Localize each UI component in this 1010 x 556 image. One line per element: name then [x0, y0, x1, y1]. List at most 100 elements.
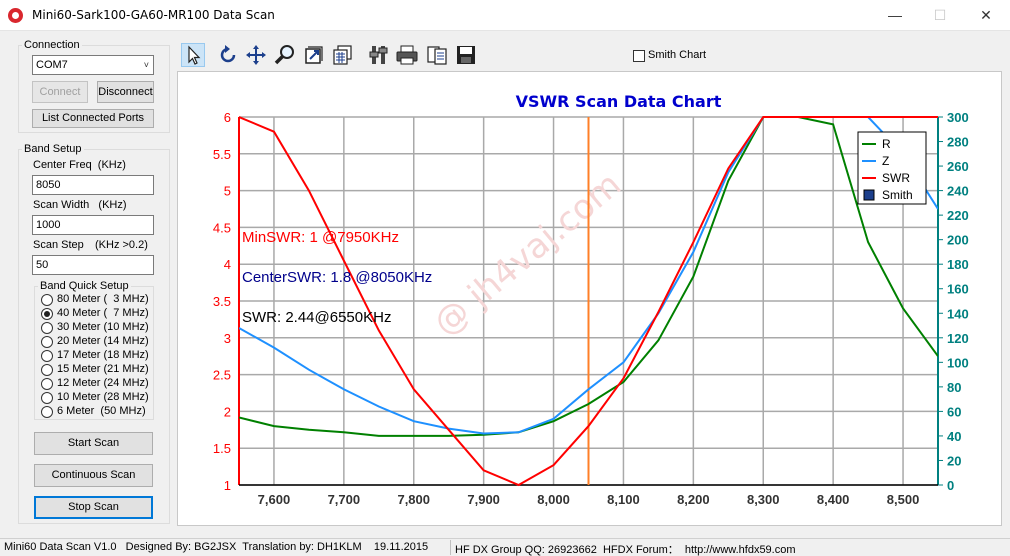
y-left-tick-label: 5: [224, 184, 231, 199]
stop-scan-button[interactable]: Stop Scan: [34, 496, 153, 519]
status-forum-info: HF DX Group QQ: 26923662 HFDX Forum： htt…: [455, 544, 796, 556]
y-right-tick-label: 220: [947, 208, 969, 223]
y-right-tick-label: 20: [947, 453, 961, 468]
start-scan-button[interactable]: Start Scan: [34, 432, 153, 455]
y-left-tick-label: 2: [224, 404, 231, 419]
radio-button[interactable]: [41, 350, 53, 362]
y-left-tick-label: 5.5: [213, 147, 231, 162]
chart-toolbar: [176, 40, 1002, 70]
connection-group-title: Connection: [22, 39, 82, 51]
legend-label: R: [882, 137, 891, 151]
smith-chart-label: Smith Chart: [648, 49, 707, 61]
y-left-tick-label: 6: [224, 110, 231, 125]
radio-button[interactable]: [41, 392, 53, 404]
window-title: Mini60-Sark100-GA60-MR100 Data Scan: [32, 8, 275, 22]
y-left-tick-label: 4: [224, 257, 231, 272]
app-icon: [8, 8, 23, 23]
band-label: 80 Meter ( 3 MHz): [57, 293, 149, 305]
y-right-tick-label: 260: [947, 159, 969, 174]
list-ports-button[interactable]: List Connected Ports: [32, 109, 154, 128]
y-right-tick-label: 200: [947, 233, 969, 248]
band-label: 20 Meter (14 MHz): [57, 335, 149, 347]
y-right-tick-label: 0: [947, 478, 954, 493]
radio-button[interactable]: [41, 294, 53, 306]
center-freq-label: Center Freq (KHz): [33, 159, 126, 171]
y-left-tick-label: 3.5: [213, 294, 231, 309]
scan-step-label: Scan Step: [33, 239, 84, 251]
status-bar: Mini60 Data Scan V1.0 Designed By: BG2JS…: [0, 538, 1010, 556]
rotate-icon[interactable]: [216, 43, 240, 67]
x-tick-label: 7,600: [258, 492, 291, 507]
save-icon[interactable]: [454, 43, 478, 67]
y-left-tick-label: 2.5: [213, 368, 231, 383]
y-left-tick-label: 1: [224, 478, 231, 493]
zoom-icon[interactable]: [273, 43, 297, 67]
chart-annotation: MinSWR: 1 @7950KHz: [242, 229, 399, 246]
chevron-down-icon: ˅: [143, 60, 149, 70]
legend-label: Smith: [882, 188, 913, 202]
radio-button[interactable]: [41, 364, 53, 376]
status-app-info: Mini60 Data Scan V1.0 Designed By: BG2JS…: [4, 541, 429, 553]
band-label: 10 Meter (28 MHz): [57, 391, 149, 403]
maximize-button: ☐: [933, 7, 947, 23]
x-tick-label: 8,500: [887, 492, 920, 507]
x-tick-label: 8,100: [607, 492, 640, 507]
y-right-tick-label: 60: [947, 404, 961, 419]
y-left-tick-label: 1.5: [213, 441, 231, 456]
band-label: 15 Meter (21 MHz): [57, 363, 149, 375]
minimize-button[interactable]: —: [872, 0, 918, 31]
chart-annotation: CenterSWR: 1.8 @8050KHz: [242, 269, 432, 286]
band-setup-title: Band Setup: [22, 143, 84, 155]
legend-label: SWR: [882, 171, 910, 185]
radio-button[interactable]: [41, 322, 53, 334]
x-tick-label: 8,400: [817, 492, 850, 507]
chart-panel: VSWR Scan Data Chart 7,600 7,700 7,800 7,900…: [177, 71, 1002, 526]
chart-title: VSWR Scan Data Chart: [516, 92, 722, 111]
band-label: 30 Meter (10 MHz): [57, 321, 149, 333]
x-tick-label: 7,800: [397, 492, 430, 507]
data-icon[interactable]: [331, 43, 355, 67]
status-separator: [450, 540, 451, 555]
disconnect-button[interactable]: Disconnect: [97, 81, 154, 103]
move-icon[interactable]: [244, 43, 268, 67]
y-right-tick-label: 300: [947, 110, 969, 125]
scan-width-input[interactable]: 1000: [32, 215, 154, 235]
export-icon[interactable]: [302, 43, 326, 67]
com-port-select[interactable]: COM7 ˅: [32, 55, 154, 75]
y-right-tick-label: 280: [947, 135, 969, 150]
title-bar: Mini60-Sark100-GA60-MR100 Data Scan — ☐ …: [0, 0, 1010, 31]
x-tick-label: 7,900: [467, 492, 500, 507]
band-label: 40 Meter ( 7 MHz): [57, 307, 149, 319]
radio-button[interactable]: [41, 406, 53, 418]
connect-button: Connect: [32, 81, 88, 103]
close-button[interactable]: ✕: [963, 0, 1009, 31]
y-right-tick-label: 160: [947, 282, 969, 297]
y-right-tick-label: 120: [947, 331, 969, 346]
center-freq-input[interactable]: 8050: [32, 175, 154, 195]
band-label: 6 Meter (50 MHz): [57, 405, 146, 417]
smith-chart-checkbox[interactable]: [633, 50, 645, 62]
y-right-tick-label: 80: [947, 380, 961, 395]
scan-step-input[interactable]: 50: [32, 255, 154, 275]
y-right-tick-label: 240: [947, 184, 969, 199]
radio-button[interactable]: [41, 336, 53, 348]
x-tick-label: 7,700: [328, 492, 361, 507]
scan-width-label: Scan Width (KHz): [33, 199, 127, 211]
copy-icon[interactable]: [425, 43, 449, 67]
band-quick-setup-title: Band Quick Setup: [38, 280, 131, 292]
y-right-tick-label: 40: [947, 429, 961, 444]
chart-annotation: SWR: 2.44@6550KHz: [242, 309, 391, 326]
radio-button[interactable]: [41, 308, 53, 320]
com-port-value: COM7: [36, 59, 68, 71]
settings-icon[interactable]: [367, 43, 391, 67]
legend-swatch: [863, 189, 875, 201]
y-right-tick-label: 180: [947, 257, 969, 272]
x-tick-label: 8,300: [747, 492, 780, 507]
pointer-icon[interactable]: [181, 43, 205, 67]
continuous-scan-button[interactable]: Continuous Scan: [34, 464, 153, 487]
y-right-tick-label: 100: [947, 355, 969, 370]
vswr-chart[interactable]: VSWR Scan Data Chart 7,600 7,700 7,800 7,900…: [178, 72, 1001, 525]
print-icon[interactable]: [395, 43, 419, 67]
y-right-tick-label: 140: [947, 306, 969, 321]
radio-button[interactable]: [41, 378, 53, 390]
